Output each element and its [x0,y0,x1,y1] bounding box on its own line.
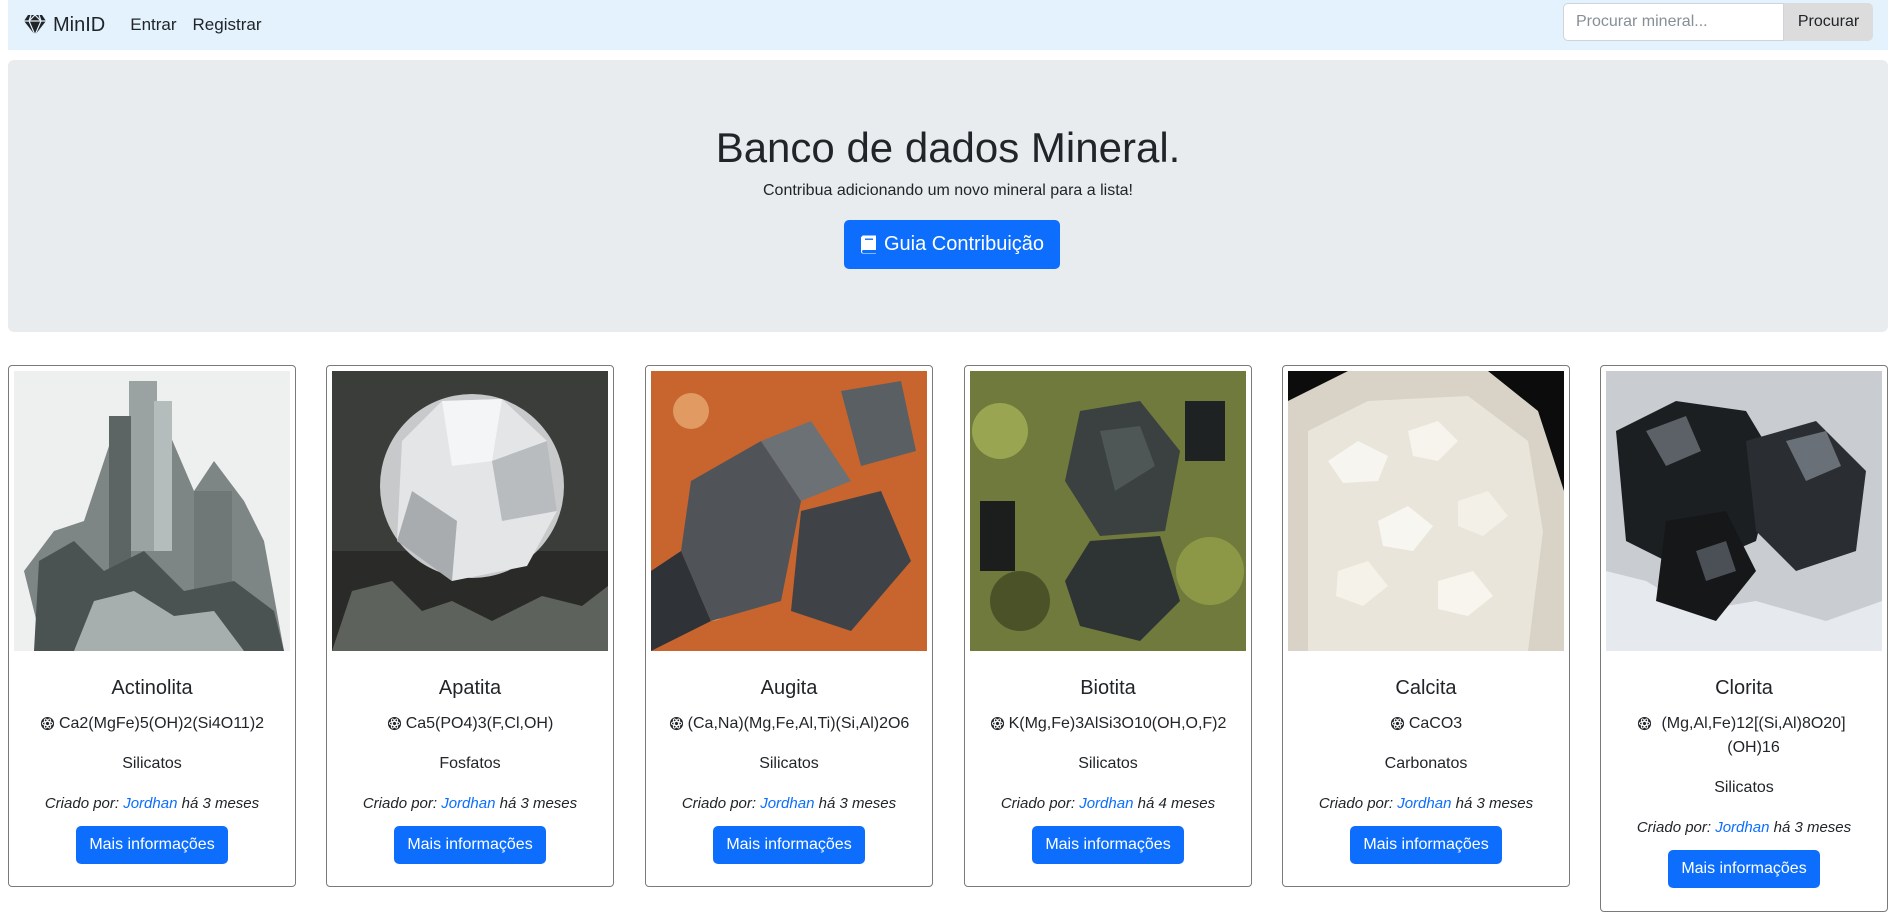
mineral-category: Silicatos [1714,779,1774,796]
mineral-category: Fosfatos [439,755,501,772]
more-info-button[interactable]: Mais informações [394,826,546,864]
mineral-card: Actinolita Ca2(MgFe)5(OH)2(Si4O11)2 Sili… [8,365,296,887]
mineral-formula: (Mg,Al,Fe)12[(Si,Al)8O20](OH)16 [1601,712,1887,760]
mineral-formula: Ca2(MgFe)5(OH)2(Si4O11)2 [9,712,295,736]
search-form: Procurar [1563,3,1873,41]
formula-text: (Mg,Al,Fe)12[(Si,Al)8O20](OH)16 [1661,715,1846,756]
gem-icon [23,14,47,36]
mineral-image [651,371,927,651]
formula-text: (Ca,Na)(Mg,Fe,Al,Ti)(Si,Al)2O6 [687,715,910,732]
mineral-name: Actinolita [111,677,193,699]
navbar: MinID Entrar Registrar Procurar [8,0,1888,50]
created-by: Criado por: Jordhan há 3 meses [1283,792,1569,816]
author-link[interactable]: Jordhan [441,795,495,812]
mineral-card: Augita (Ca,Na)(Mg,Fe,Al,Ti)(Si,Al)2O6 Si… [645,365,933,887]
created-time: há 3 meses [818,795,897,812]
mineral-name: Apatita [438,677,502,699]
author-link[interactable]: Jordhan [760,795,814,812]
created-by: Criado por: Jordhan há 4 meses [965,792,1251,816]
mineral-formula: K(Mg,Fe)3AlSi3O10(OH,O,F)2 [965,712,1251,736]
more-info-button[interactable]: Mais informações [1668,850,1820,888]
nav-link-entrar[interactable]: Entrar [130,15,176,35]
mineral-category: Silicatos [759,755,819,772]
search-button[interactable]: Procurar [1784,3,1873,41]
created-time: há 4 meses [1137,795,1216,812]
more-info-button[interactable]: Mais informações [1032,826,1184,864]
mineral-image [332,371,608,651]
mineral-card: Calcita CaCO3 Carbonatos Criado por: Jor… [1282,365,1570,887]
contribution-guide-label: Guia Contribuição [883,233,1045,255]
hero-subtitle: Contribua adicionando um novo mineral pa… [763,182,1133,199]
created-by-label: Criado por: [362,795,438,812]
created-by: Criado por: Jordhan há 3 meses [327,792,613,816]
created-by: Criado por: Jordhan há 3 meses [1601,816,1887,840]
mineral-name: Augita [760,677,818,699]
mineral-name: Calcita [1395,677,1457,699]
atom-icon [387,716,402,731]
mineral-card: Biotita K(Mg,Fe)3AlSi3O10(OH,O,F)2 Silic… [964,365,1252,887]
mineral-name: Biotita [1080,677,1136,699]
more-info-button[interactable]: Mais informações [713,826,865,864]
brand-link[interactable]: MinID [23,14,105,37]
created-time: há 3 meses [1773,819,1852,836]
atom-icon [1637,716,1652,731]
mineral-image [970,371,1246,651]
formula-text: Ca5(PO4)3(F,Cl,OH) [405,715,554,732]
atom-icon [669,716,684,731]
created-by-label: Criado por: [44,795,120,812]
atom-icon [990,716,1005,731]
mineral-category: Silicatos [1078,755,1138,772]
mineral-card: Clorita (Mg,Al,Fe)12[(Si,Al)8O20](OH)16 … [1600,365,1888,912]
atom-icon [1390,716,1405,731]
author-link[interactable]: Jordhan [123,795,177,812]
nav-link-registrar[interactable]: Registrar [193,15,262,35]
created-time: há 3 meses [1455,795,1534,812]
contribution-guide-button[interactable]: Guia Contribuição [844,220,1060,269]
mineral-formula: Ca5(PO4)3(F,Cl,OH) [327,712,613,736]
formula-text: CaCO3 [1408,715,1463,732]
created-time: há 3 meses [499,795,578,812]
mineral-image [1288,371,1564,651]
brand-name: MinID [53,13,106,36]
formula-text: Ca2(MgFe)5(OH)2(Si4O11)2 [58,715,265,732]
created-by-label: Criado por: [681,795,757,812]
author-link[interactable]: Jordhan [1715,819,1769,836]
search-input[interactable] [1563,3,1784,41]
more-info-button[interactable]: Mais informações [1350,826,1502,864]
hero-title: Banco de dados Mineral. [715,124,1181,171]
created-by-label: Criado por: [1000,795,1076,812]
more-info-button[interactable]: Mais informações [76,826,228,864]
created-by-label: Criado por: [1318,795,1394,812]
mineral-formula: CaCO3 [1283,712,1569,736]
created-by: Criado por: Jordhan há 3 meses [9,792,295,816]
mineral-name: Clorita [1715,677,1773,699]
mineral-formula: (Ca,Na)(Mg,Fe,Al,Ti)(Si,Al)2O6 [646,712,932,736]
atom-icon [40,716,55,731]
formula-text: K(Mg,Fe)3AlSi3O10(OH,O,F)2 [1008,715,1227,732]
author-link[interactable]: Jordhan [1079,795,1133,812]
hero-jumbotron: Banco de dados Mineral. Contribua adicio… [8,60,1888,332]
mineral-image [14,371,290,651]
mineral-card: Apatita Ca5(PO4)3(F,Cl,OH) Fosfatos Cria… [326,365,614,887]
author-link[interactable]: Jordhan [1397,795,1451,812]
created-by: Criado por: Jordhan há 3 meses [646,792,932,816]
created-by-label: Criado por: [1636,819,1712,836]
book-icon [860,235,884,254]
mineral-image [1606,371,1882,651]
created-time: há 3 meses [181,795,260,812]
mineral-category: Silicatos [122,755,182,772]
mineral-category: Carbonatos [1384,755,1468,772]
